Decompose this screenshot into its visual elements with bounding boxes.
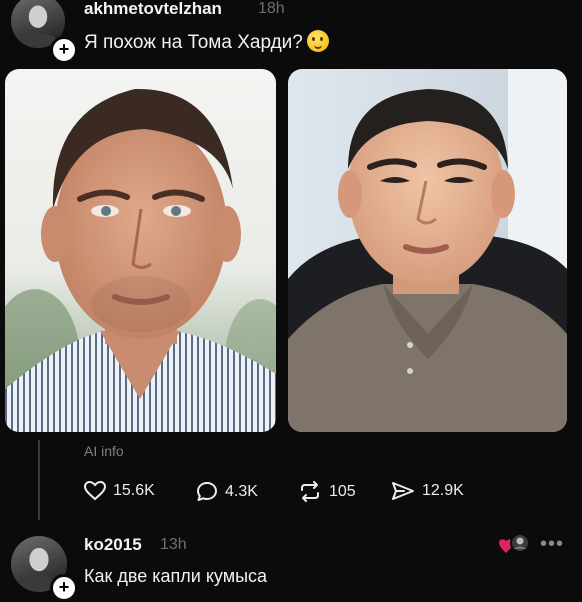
reply-text: Как две капли кумыса xyxy=(84,566,268,586)
comment-bubble-icon xyxy=(197,482,217,501)
post-image-1[interactable] xyxy=(5,69,276,432)
share-button[interactable]: 12.9K xyxy=(391,481,464,501)
more-dots-icon[interactable]: ••• xyxy=(540,533,564,556)
repost-count: 105 xyxy=(329,482,356,500)
post-username[interactable]: akhmetovtelzhan xyxy=(84,0,222,19)
like-button[interactable]: 15.6K xyxy=(84,481,155,501)
ai-info-label[interactable]: AI info xyxy=(84,443,124,459)
comment-button[interactable]: 4.3K xyxy=(196,481,258,502)
comment-count: 4.3K xyxy=(225,482,258,500)
post-text-content: Я похож на Тома Харди? xyxy=(84,32,303,53)
share-count: 12.9K xyxy=(422,482,464,499)
author-liked-reaction xyxy=(498,533,530,557)
post-timestamp: 18h xyxy=(258,0,285,17)
thread-connector-line xyxy=(38,440,40,520)
repost-icon xyxy=(301,481,319,502)
reply-follow-plus-icon[interactable]: + xyxy=(50,574,78,602)
heart-icon xyxy=(84,481,106,501)
post-image-2[interactable] xyxy=(288,69,567,432)
like-count: 15.6K xyxy=(113,482,155,499)
post-text: Я похож на Тома Харди? xyxy=(84,30,329,54)
follow-plus-icon[interactable]: + xyxy=(50,36,78,64)
repost-button[interactable]: 105 xyxy=(298,481,356,502)
thinking-face-icon xyxy=(306,30,329,52)
reply-timestamp: 13h xyxy=(160,536,187,553)
reply-username[interactable]: ko2015 xyxy=(84,535,142,555)
send-icon xyxy=(392,482,414,500)
